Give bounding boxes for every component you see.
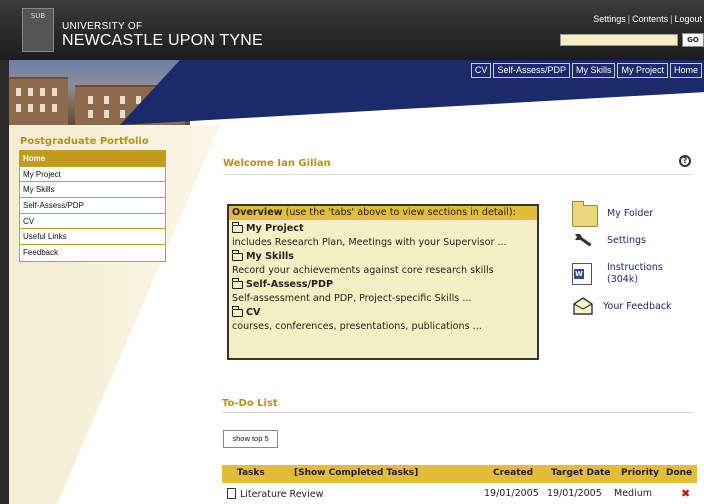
quick-link-label[interactable]: Settings xyxy=(607,235,646,247)
settings-link[interactable]: Settings xyxy=(593,14,626,24)
sidebar-item-home[interactable]: Home xyxy=(20,151,165,167)
todo-table-header: Tasks [Show Completed Tasks] Created Tar… xyxy=(222,465,697,483)
col-created: Created xyxy=(493,468,534,478)
quick-link-label[interactable]: My Folder xyxy=(607,208,653,220)
delete-x-icon[interactable]: ✖ xyxy=(681,487,690,500)
overview-section-title[interactable]: CV xyxy=(231,306,534,320)
table-row[interactable]: Literature Review 19/01/2005 19/01/2005 … xyxy=(222,484,697,504)
quick-link-my-folder[interactable]: My Folder xyxy=(572,201,653,227)
quick-link-label[interactable]: Instructions (304k) xyxy=(607,262,677,286)
tab-my-project[interactable]: My Project xyxy=(617,63,668,78)
wrench-icon xyxy=(572,230,598,252)
separator: | xyxy=(627,14,631,24)
overview-section-title[interactable]: My Skills xyxy=(231,250,534,264)
col-priority: Priority xyxy=(621,468,659,478)
folder-icon xyxy=(231,278,243,289)
divider xyxy=(223,174,693,175)
col-done: Done xyxy=(666,468,693,478)
overview-my-skills-link[interactable]: My Skills xyxy=(246,250,294,264)
search-input[interactable] xyxy=(560,34,678,46)
show-top-5-button[interactable]: show top 5 xyxy=(223,430,278,448)
crest-text: SUB xyxy=(30,12,46,20)
sidebar-item-self-assess-pdp[interactable]: Self-Assess/PDP xyxy=(20,198,165,214)
logout-link[interactable]: Logout xyxy=(674,14,702,24)
priority-cell: Medium xyxy=(614,488,652,499)
sidebar-item-my-skills[interactable]: My Skills xyxy=(20,182,165,199)
university-of-label: UNIVERSITY OF xyxy=(62,21,143,32)
header-bar: SUB UNIVERSITY OF NEWCASTLE UPON TYNE Se… xyxy=(0,0,704,60)
overview-title: Overview xyxy=(232,207,283,218)
quick-link-settings[interactable]: Settings xyxy=(572,230,646,252)
tab-home[interactable]: Home xyxy=(669,63,702,78)
task-name[interactable]: Literature Review xyxy=(240,489,323,500)
quick-link-instructions[interactable]: Instructions (304k) xyxy=(572,262,677,286)
welcome-heading: Welcome Ian Gillan xyxy=(223,158,331,169)
overview-section-title[interactable]: My Project xyxy=(231,222,534,236)
quick-link-feedback[interactable]: Your Feedback xyxy=(572,296,672,318)
tab-cv[interactable]: CV xyxy=(470,63,492,78)
overview-header: Overview (use the 'tabs' above to view s… xyxy=(229,206,537,220)
separator: | xyxy=(670,14,673,24)
overview-cv-link[interactable]: CV xyxy=(246,306,260,320)
overview-section-desc: Record your achievements against core re… xyxy=(232,264,494,276)
folder-icon xyxy=(231,222,243,233)
left-edge-bar xyxy=(0,60,9,504)
university-crest-logo: SUB xyxy=(22,8,54,52)
tab-self-assess-pdp[interactable]: Self-Assess/PDP xyxy=(493,63,570,78)
envelope-icon xyxy=(572,296,594,318)
go-button[interactable]: GO xyxy=(682,33,704,47)
col-target-date: Target Date xyxy=(551,468,611,478)
overview-section-desc: includes Research Plan, Meetings with yo… xyxy=(232,236,507,248)
created-cell: 19/01/2005 xyxy=(484,488,539,499)
overview-hint: (use the 'tabs' above to view sections i… xyxy=(282,207,516,218)
overview-self-assess-link[interactable]: Self-Assess/PDP xyxy=(246,278,333,292)
sidebar-item-cv[interactable]: CV xyxy=(20,213,165,230)
sidebar-title: Postgraduate Portfolio xyxy=(20,136,149,147)
tab-my-skills[interactable]: My Skills xyxy=(571,63,616,78)
quick-link-label[interactable]: Your Feedback xyxy=(603,301,672,313)
help-icon[interactable]: ? xyxy=(679,155,691,167)
tab-bar: CV Self-Assess/PDP My Skills My Project … xyxy=(470,63,702,78)
top-links: Settings | Contents | Logout xyxy=(593,14,702,24)
task-cell[interactable]: Literature Review xyxy=(227,488,323,500)
document-icon xyxy=(227,488,236,499)
overview-section-desc: Self-assessment and PDP, Project-specifi… xyxy=(232,292,472,304)
sidebar-item-my-project[interactable]: My Project xyxy=(20,166,165,183)
overview-box: Overview (use the 'tabs' above to view s… xyxy=(227,204,539,360)
target-date-cell: 19/01/2005 xyxy=(547,488,602,499)
todo-heading: To-Do List xyxy=(222,398,278,409)
divider xyxy=(222,412,694,413)
overview-section-desc: courses, conferences, presentations, pub… xyxy=(232,320,482,332)
university-name: NEWCASTLE UPON TYNE xyxy=(62,32,263,49)
folder-icon xyxy=(231,250,243,261)
contents-link[interactable]: Contents xyxy=(632,14,668,24)
show-completed-tasks-link[interactable]: [Show Completed Tasks] xyxy=(294,468,418,478)
overview-my-project-link[interactable]: My Project xyxy=(246,222,304,236)
word-document-icon xyxy=(572,263,592,285)
col-tasks: Tasks xyxy=(237,468,265,478)
sidebar-item-feedback[interactable]: Feedback xyxy=(20,245,165,261)
sidebar-menu: Home My Project My Skills Self-Assess/PD… xyxy=(19,150,166,262)
overview-section-title[interactable]: Self-Assess/PDP xyxy=(231,278,534,292)
folder-icon xyxy=(572,201,598,227)
sidebar-item-useful-links[interactable]: Useful Links xyxy=(20,229,165,246)
folder-icon xyxy=(231,306,243,317)
